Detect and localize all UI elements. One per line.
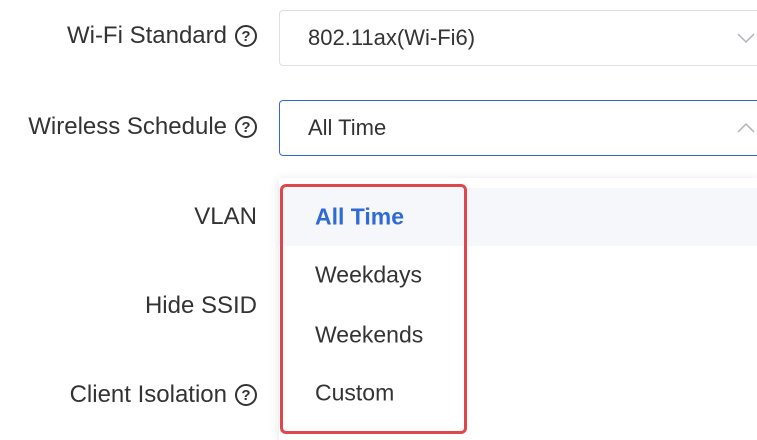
help-circle-icon[interactable]: ? bbox=[235, 384, 257, 406]
wifi-standard-label-text: Wi-Fi Standard bbox=[66, 22, 227, 49]
wireless-schedule-select[interactable]: All Time bbox=[279, 100, 757, 156]
client-isolation-label: Client Isolation ? bbox=[70, 381, 257, 409]
chevron-down-icon bbox=[737, 33, 755, 44]
dropdown-option-all-time[interactable]: All Time bbox=[279, 188, 757, 246]
dropdown-option-weekends[interactable]: Weekends bbox=[279, 306, 757, 364]
dropdown-option-label: All Time bbox=[315, 203, 405, 230]
dropdown-option-weekdays[interactable]: Weekdays bbox=[279, 246, 757, 304]
client-isolation-label-text: Client Isolation bbox=[69, 381, 227, 408]
dropdown-option-custom[interactable]: Custom bbox=[279, 364, 757, 422]
wireless-schedule-value: All Time bbox=[308, 115, 387, 140]
wifi-standard-select[interactable]: 802.11ax(Wi-Fi6) bbox=[279, 10, 757, 66]
vlan-label-text: VLAN bbox=[194, 203, 257, 230]
hide-ssid-label-text: Hide SSID bbox=[144, 292, 257, 319]
vlan-label: VLAN bbox=[194, 203, 257, 231]
help-circle-icon[interactable]: ? bbox=[235, 25, 257, 47]
dropdown-option-label: Weekends bbox=[315, 321, 424, 348]
chevron-up-icon bbox=[737, 122, 755, 133]
hide-ssid-label: Hide SSID bbox=[145, 292, 257, 320]
wifi-standard-label: Wi-Fi Standard ? bbox=[67, 22, 257, 50]
dropdown-option-label: Custom bbox=[315, 379, 395, 406]
wireless-schedule-label-text: Wireless Schedule bbox=[28, 113, 227, 140]
wifi-standard-value: 802.11ax(Wi-Fi6) bbox=[308, 25, 476, 50]
dropdown-option-label: Weekdays bbox=[315, 261, 422, 288]
help-circle-icon[interactable]: ? bbox=[235, 116, 257, 138]
wireless-schedule-label: Wireless Schedule ? bbox=[28, 113, 257, 141]
